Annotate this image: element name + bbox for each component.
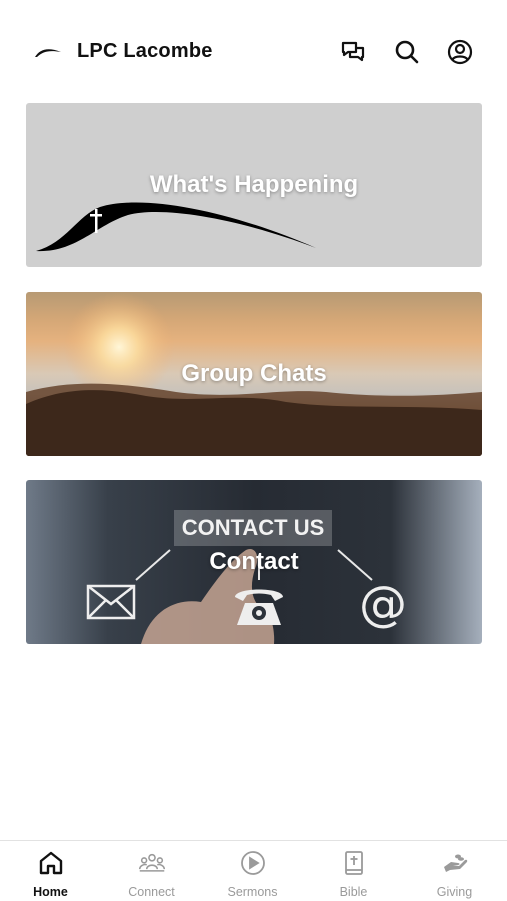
giving-icon	[443, 854, 467, 872]
contact-card[interactable]: CONTACT US Contact @	[26, 480, 482, 644]
tab-label: Sermons	[227, 885, 278, 899]
card-title: Group Chats	[181, 360, 327, 387]
contact-us-banner: CONTACT US	[174, 510, 332, 546]
people-icon	[138, 853, 165, 872]
bible-icon	[344, 851, 363, 875]
card-title: What's Happening	[149, 171, 359, 198]
tab-label: Home	[33, 885, 68, 899]
tab-label: Connect	[128, 885, 175, 899]
home-icon	[39, 851, 62, 875]
tab-bible[interactable]: Bible	[303, 841, 404, 901]
tab-label: Bible	[339, 885, 368, 899]
whats-happening-card[interactable]: What's Happening	[26, 103, 482, 267]
contact-us-text: CONTACT US	[181, 515, 325, 540]
bottom-tab-bar: Home Connect Sermons Bible Giving	[0, 840, 507, 901]
tab-sermons[interactable]: Sermons	[202, 841, 303, 901]
card-title: Contact	[209, 548, 299, 575]
app-header: LPC Lacombe	[0, 0, 507, 104]
group-chats-card[interactable]: Group Chats	[26, 292, 482, 456]
tab-home[interactable]: Home	[0, 841, 101, 901]
at-sign-icon: @	[359, 576, 407, 632]
play-icon	[240, 851, 265, 875]
envelope-icon	[86, 584, 136, 620]
phone-icon	[235, 589, 283, 625]
search-icon[interactable]	[393, 38, 421, 66]
app-title: LPC Lacombe	[77, 40, 213, 62]
account-icon[interactable]	[446, 38, 474, 66]
tab-label: Giving	[436, 885, 473, 899]
church-logo-icon	[35, 49, 61, 57]
tab-giving[interactable]: Giving	[404, 841, 505, 901]
tab-connect[interactable]: Connect	[101, 841, 202, 901]
chat-icon[interactable]	[339, 38, 367, 66]
